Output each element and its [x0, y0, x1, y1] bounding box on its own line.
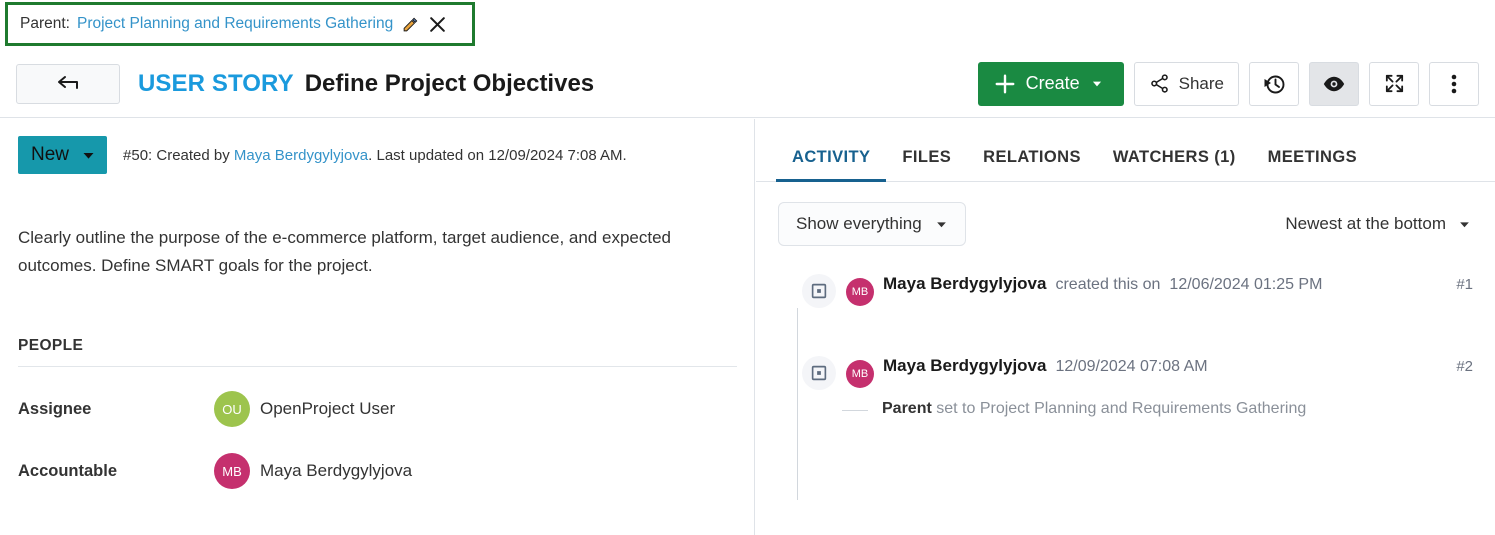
tab-activity[interactable]: ACTIVITY	[776, 148, 887, 182]
avatar: MB	[214, 453, 250, 490]
field-row-assignee: Assignee OU OpenProject User	[18, 389, 736, 429]
close-icon[interactable]	[427, 14, 447, 34]
tab-bar: ACTIVITY FILES RELATIONS WATCHERS (1) ME…	[756, 119, 1495, 182]
parent-bar: Parent: Project Planning and Requirement…	[5, 2, 475, 46]
activity-number: #2	[1456, 358, 1473, 375]
activity-item: MB Maya Berdygylyjova created this on 12…	[778, 272, 1473, 328]
meta-author-link[interactable]: Maya Berdygylyjova	[234, 147, 368, 164]
create-button-label: Create	[1025, 73, 1080, 93]
assignee-value[interactable]: OU OpenProject User	[214, 391, 396, 428]
chevron-down-icon	[83, 152, 94, 159]
tab-meetings[interactable]: MEETINGS	[1252, 148, 1373, 181]
meta-suffix: . Last updated on 12/09/2024 7:08 AM.	[368, 146, 627, 164]
assignee-label: Assignee	[18, 399, 92, 418]
page-title: USER STORY Define Project Objectives	[138, 70, 594, 98]
sort-order-label: Newest at the bottom	[1285, 214, 1446, 233]
back-button[interactable]	[16, 63, 120, 104]
activity-number: #1	[1456, 276, 1473, 293]
vertical-dots-icon	[1451, 74, 1457, 93]
activity-header: MB Maya Berdygylyjova 12/09/2024 07:08 A…	[846, 354, 1473, 388]
activity-marker-icon	[802, 274, 836, 308]
eye-icon	[1323, 76, 1345, 91]
watch-button[interactable]	[1309, 61, 1359, 106]
more-menu-button[interactable]	[1429, 61, 1479, 106]
activity-action: created this on	[1055, 276, 1161, 293]
activity-filter-row: Show everything Newest at the bottom	[756, 202, 1495, 246]
parent-work-package-link[interactable]: Project Planning and Requirements Gather…	[77, 15, 393, 33]
tab-watchers[interactable]: WATCHERS (1)	[1097, 148, 1252, 181]
work-package-details-pane: New #50: Created by Maya Berdygylyjova. …	[0, 119, 755, 535]
description-text[interactable]: Clearly outline the purpose of the e-com…	[18, 224, 698, 279]
chevron-down-icon	[1460, 221, 1469, 227]
pencil-icon[interactable]	[400, 14, 420, 34]
people-section-title: PEOPLE	[18, 337, 84, 355]
status-badge[interactable]: New	[18, 136, 108, 174]
show-everything-dropdown[interactable]: Show everything	[778, 202, 966, 246]
avatar: MB	[846, 360, 874, 388]
assignee-name: OpenProject User	[260, 399, 396, 419]
activity-history-button[interactable]	[1249, 61, 1299, 106]
time-history-icon	[1264, 75, 1285, 93]
activity-detail-field: Parent	[882, 400, 932, 417]
share-button-label: Share	[1178, 73, 1224, 93]
avatar: MB	[846, 278, 874, 306]
work-package-type: USER STORY	[138, 69, 294, 97]
activity-list: MB Maya Berdygylyjova created this on 12…	[756, 272, 1495, 500]
section-divider	[18, 366, 737, 368]
avatar: OU	[214, 391, 250, 428]
work-package-header: USER STORY Define Project Objectives Cre…	[0, 50, 1495, 118]
accountable-name: Maya Berdygylyjova	[260, 461, 413, 481]
status-row: New #50: Created by Maya Berdygylyjova. …	[18, 136, 736, 174]
tab-relations[interactable]: RELATIONS	[967, 148, 1097, 181]
work-package-subject[interactable]: Define Project Objectives	[305, 70, 594, 98]
create-button[interactable]: Create	[977, 61, 1124, 106]
status-badge-label: New	[31, 144, 70, 165]
activity-timestamp: 12/06/2024 01:25 PM	[1169, 276, 1323, 293]
fullscreen-button[interactable]	[1369, 61, 1419, 106]
sort-order-dropdown[interactable]: Newest at the bottom	[1285, 214, 1473, 234]
activity-detail-verb: set to	[931, 400, 980, 417]
chevron-down-icon	[1092, 81, 1101, 86]
activity-pane: ACTIVITY FILES RELATIONS WATCHERS (1) ME…	[756, 119, 1495, 535]
activity-item: MB Maya Berdygylyjova 12/09/2024 07:08 A…	[778, 354, 1473, 418]
show-everything-label: Show everything	[796, 214, 922, 233]
share-button[interactable]: Share	[1133, 61, 1239, 106]
activity-timestamp: 12/09/2024 07:08 AM	[1055, 358, 1208, 375]
activity-marker-icon	[802, 356, 836, 390]
chevron-down-icon	[936, 221, 946, 227]
fullscreen-icon	[1385, 74, 1403, 93]
field-row-accountable: Accountable MB Maya Berdygylyjova	[18, 451, 736, 491]
meta-prefix: #50: Created by	[123, 146, 234, 164]
parent-label: Parent:	[20, 15, 70, 32]
activity-header: MB Maya Berdygylyjova created this on 12…	[846, 272, 1473, 306]
accountable-label: Accountable	[18, 461, 118, 480]
activity-user[interactable]: Maya Berdygylyjova	[883, 356, 1046, 376]
share-icon	[1150, 74, 1168, 93]
accountable-value[interactable]: MB Maya Berdygylyjova	[214, 453, 413, 490]
activity-detail: Parent set to Project Planning and Requi…	[842, 400, 1473, 418]
work-package-meta: #50: Created by Maya Berdygylyjova. Last…	[123, 147, 627, 164]
activity-detail-value: Project Planning and Requirements Gather…	[979, 400, 1307, 417]
arrow-left-icon	[58, 75, 78, 89]
header-toolbar: Create Share	[977, 61, 1479, 106]
plus-icon	[995, 74, 1015, 93]
tab-files[interactable]: FILES	[886, 148, 967, 181]
activity-user[interactable]: Maya Berdygylyjova	[883, 274, 1046, 294]
